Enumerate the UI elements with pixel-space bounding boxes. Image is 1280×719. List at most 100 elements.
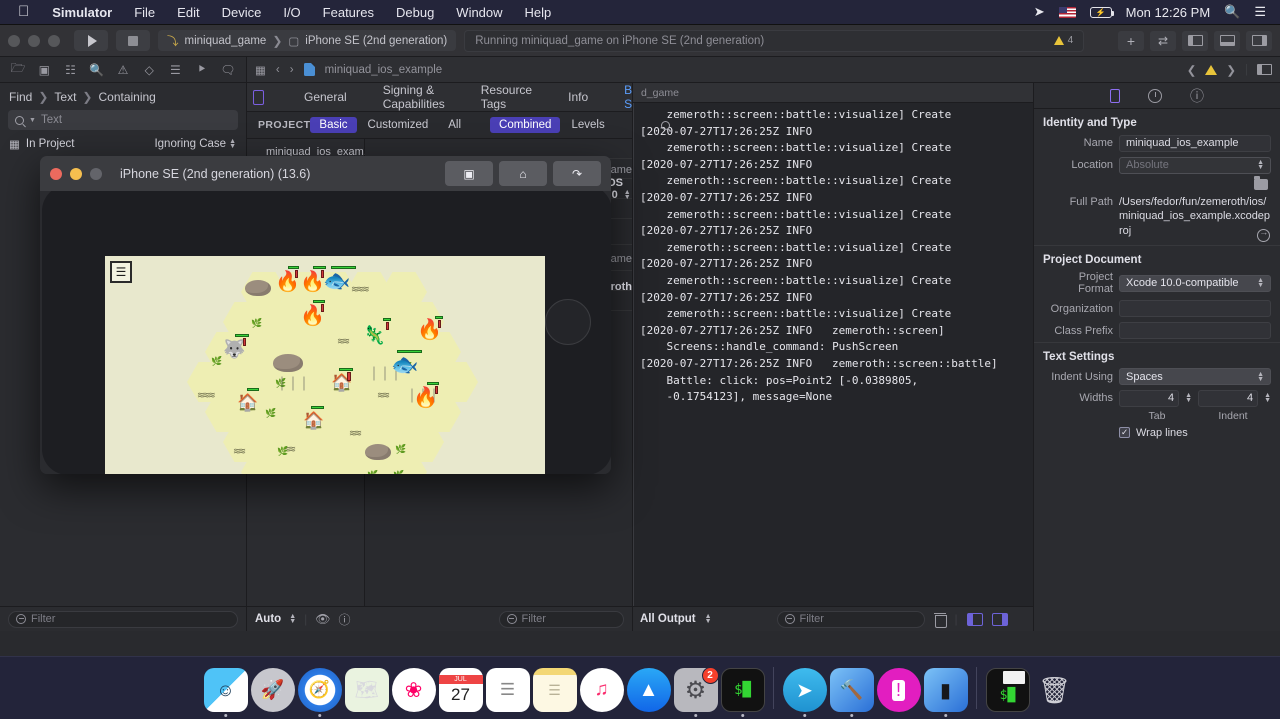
rotate-button[interactable]: ↷ bbox=[553, 161, 601, 186]
breadcrumb-containing[interactable]: Containing bbox=[98, 90, 155, 104]
apple-menu-icon[interactable]:  bbox=[8, 4, 41, 21]
organization-field[interactable] bbox=[1119, 300, 1271, 317]
device-home-button[interactable] bbox=[545, 299, 591, 345]
toggle-debug-area-button[interactable] bbox=[1214, 30, 1240, 51]
dock-item-downloads-folder[interactable]: $█ bbox=[984, 664, 1031, 712]
dock-item-terminal[interactable]: $█ bbox=[719, 664, 766, 717]
menu-item-features[interactable]: Features bbox=[312, 5, 385, 20]
simulator-zoom-button[interactable] bbox=[90, 167, 102, 180]
debug-navigator-icon[interactable]: ☰ bbox=[162, 58, 188, 82]
console-filter-input[interactable]: Filter bbox=[776, 610, 925, 628]
dock-item-notes[interactable]: ☰ bbox=[531, 664, 578, 712]
quick-help-icon[interactable]: ⓘ bbox=[1190, 86, 1204, 106]
menu-bar-clock[interactable]: Mon 12:26 PM bbox=[1126, 5, 1211, 20]
dock-item-xcode[interactable]: 🔨 bbox=[828, 664, 875, 717]
breadcrumb-text[interactable]: Text bbox=[54, 90, 76, 104]
home-button[interactable]: ⌂ bbox=[499, 161, 547, 186]
next-issue-button[interactable]: ❯ bbox=[1226, 63, 1236, 77]
close-button[interactable] bbox=[8, 34, 20, 47]
stepper-icon[interactable]: ▲ ▼ bbox=[624, 189, 631, 201]
trash-icon[interactable] bbox=[933, 612, 947, 628]
breadcrumb-find[interactable]: Find bbox=[9, 90, 32, 104]
find-navigator-icon[interactable]: 🔍 bbox=[84, 58, 110, 82]
indent-width-field[interactable]: 4 bbox=[1198, 389, 1259, 407]
dock-item-trash[interactable]: 🗑 bbox=[1031, 664, 1078, 712]
navigator-filter-input[interactable]: Filter bbox=[8, 610, 238, 628]
zoom-button[interactable] bbox=[48, 34, 60, 47]
screenshot-button[interactable]: ▣ bbox=[445, 161, 493, 186]
assistant-editor-icon[interactable] bbox=[1257, 64, 1272, 75]
report-navigator-icon[interactable]: 🗨 bbox=[215, 58, 241, 82]
toggle-navigator-button[interactable] bbox=[1182, 30, 1208, 51]
unit-toxic-imp[interactable]: 🐟 bbox=[391, 354, 418, 376]
class-prefix-field[interactable] bbox=[1119, 322, 1271, 339]
find-search-input[interactable]: ▼ Text bbox=[8, 110, 238, 130]
issue-navigator-icon[interactable]: ⚠ bbox=[110, 58, 136, 82]
history-inspector-icon[interactable] bbox=[1148, 88, 1162, 103]
previous-issue-button[interactable]: ❮ bbox=[1187, 63, 1197, 77]
tab-resource-tags[interactable]: Resource Tags bbox=[463, 83, 550, 111]
tab-info[interactable]: Info bbox=[550, 83, 606, 111]
mode-levels-button[interactable]: Levels bbox=[562, 117, 613, 133]
dock-item-calendar[interactable]: JUL 27 bbox=[437, 664, 484, 712]
filter-all-button[interactable]: All bbox=[439, 117, 470, 133]
stepper-icon[interactable]: ▲ ▼ bbox=[289, 613, 296, 625]
forward-button[interactable]: › bbox=[290, 64, 294, 76]
minimize-button[interactable] bbox=[28, 34, 40, 47]
mode-combined-button[interactable]: Combined bbox=[490, 117, 561, 133]
symbol-navigator-icon[interactable]: ☷ bbox=[57, 58, 83, 82]
tab-signing-capabilities[interactable]: Signing & Capabilities bbox=[365, 83, 463, 111]
folder-icon[interactable] bbox=[1254, 175, 1268, 190]
find-scope-label[interactable]: In Project bbox=[26, 138, 75, 150]
stop-button[interactable] bbox=[116, 30, 150, 51]
menu-item-edit[interactable]: Edit bbox=[166, 5, 210, 20]
eye-icon[interactable]: 👁 bbox=[315, 612, 330, 626]
menu-item-help[interactable]: Help bbox=[514, 5, 563, 20]
tab-general[interactable]: General bbox=[286, 83, 365, 111]
unit-toxic-imp[interactable]: 🐟 bbox=[323, 270, 350, 292]
breakpoint-navigator-icon[interactable]: ⯈ bbox=[189, 58, 215, 82]
location-popup[interactable]: Absolute ▲ ▼ bbox=[1119, 156, 1271, 174]
back-button[interactable]: ‹ bbox=[276, 64, 280, 76]
wrap-lines-row[interactable]: ✓ Wrap lines bbox=[1034, 422, 1280, 444]
related-items-icon[interactable]: ▦ bbox=[255, 63, 266, 77]
unit-spearman[interactable]: 🏠 bbox=[237, 394, 258, 411]
tab-width-stepper[interactable]: ▲ ▼ bbox=[1185, 392, 1192, 404]
stepper-icon[interactable]: ▲ ▼ bbox=[705, 613, 712, 625]
menu-item-debug[interactable]: Debug bbox=[385, 5, 445, 20]
toggle-console-view-button[interactable] bbox=[991, 612, 1008, 626]
us-flag-icon[interactable] bbox=[1058, 6, 1076, 18]
project-navigator-icon[interactable]: 🗁 bbox=[5, 58, 31, 82]
warning-indicator[interactable]: 4 bbox=[1053, 35, 1073, 46]
menu-item-device[interactable]: Device bbox=[211, 5, 273, 20]
dock-item-maps[interactable]: 🗺 bbox=[343, 664, 390, 712]
output-scope-label[interactable]: All Output bbox=[640, 613, 696, 625]
find-case-option[interactable]: Ignoring Case ▲ ▼ bbox=[154, 138, 236, 150]
console-output[interactable]: zemeroth::screen::battle::visualize] Cre… bbox=[633, 103, 1033, 606]
info-icon[interactable]: ⓘ bbox=[338, 611, 350, 628]
scheme-selector[interactable]: ⤵ miniquad_game ❯ ▢ iPhone SE (2nd gener… bbox=[158, 30, 457, 51]
menu-item-window[interactable]: Window bbox=[445, 5, 513, 20]
menu-item-io[interactable]: I/O bbox=[272, 5, 311, 20]
indent-using-popup[interactable]: Spaces ▲ ▼ bbox=[1119, 368, 1271, 385]
unit-hammerman[interactable]: 🏠 bbox=[303, 412, 324, 429]
dock-item-safari[interactable]: 🧭 bbox=[296, 664, 343, 717]
dock-item-finder[interactable]: ☺ bbox=[202, 664, 249, 717]
dock-item-reminders[interactable]: ☰ bbox=[484, 664, 531, 712]
dock-item-launchpad[interactable]: 🚀 bbox=[249, 664, 296, 712]
menu-item-file[interactable]: File bbox=[123, 5, 166, 20]
toggle-variables-view-button[interactable] bbox=[966, 612, 983, 626]
dock-item-photos[interactable]: ❀ bbox=[390, 664, 437, 712]
dock-item-twitch[interactable]: ! bbox=[875, 664, 922, 712]
filter-basic-button[interactable]: Basic bbox=[310, 117, 357, 133]
telegram-status-icon[interactable]: ➤ bbox=[1034, 4, 1045, 20]
editor-filter-input[interactable]: Filter bbox=[498, 610, 624, 628]
name-field[interactable]: miniquad_ios_example bbox=[1119, 134, 1271, 152]
auto-scope-label[interactable]: Auto bbox=[255, 613, 281, 625]
jumpbar-filename[interactable]: miniquad_ios_example bbox=[325, 64, 443, 76]
add-editor-button[interactable]: + bbox=[1118, 30, 1144, 51]
run-button[interactable] bbox=[74, 30, 108, 51]
simulator-minimize-button[interactable] bbox=[70, 167, 82, 180]
dock-item-app-store[interactable]: ▲ bbox=[625, 664, 672, 712]
indent-width-stepper[interactable]: ▲ ▼ bbox=[1264, 392, 1271, 404]
